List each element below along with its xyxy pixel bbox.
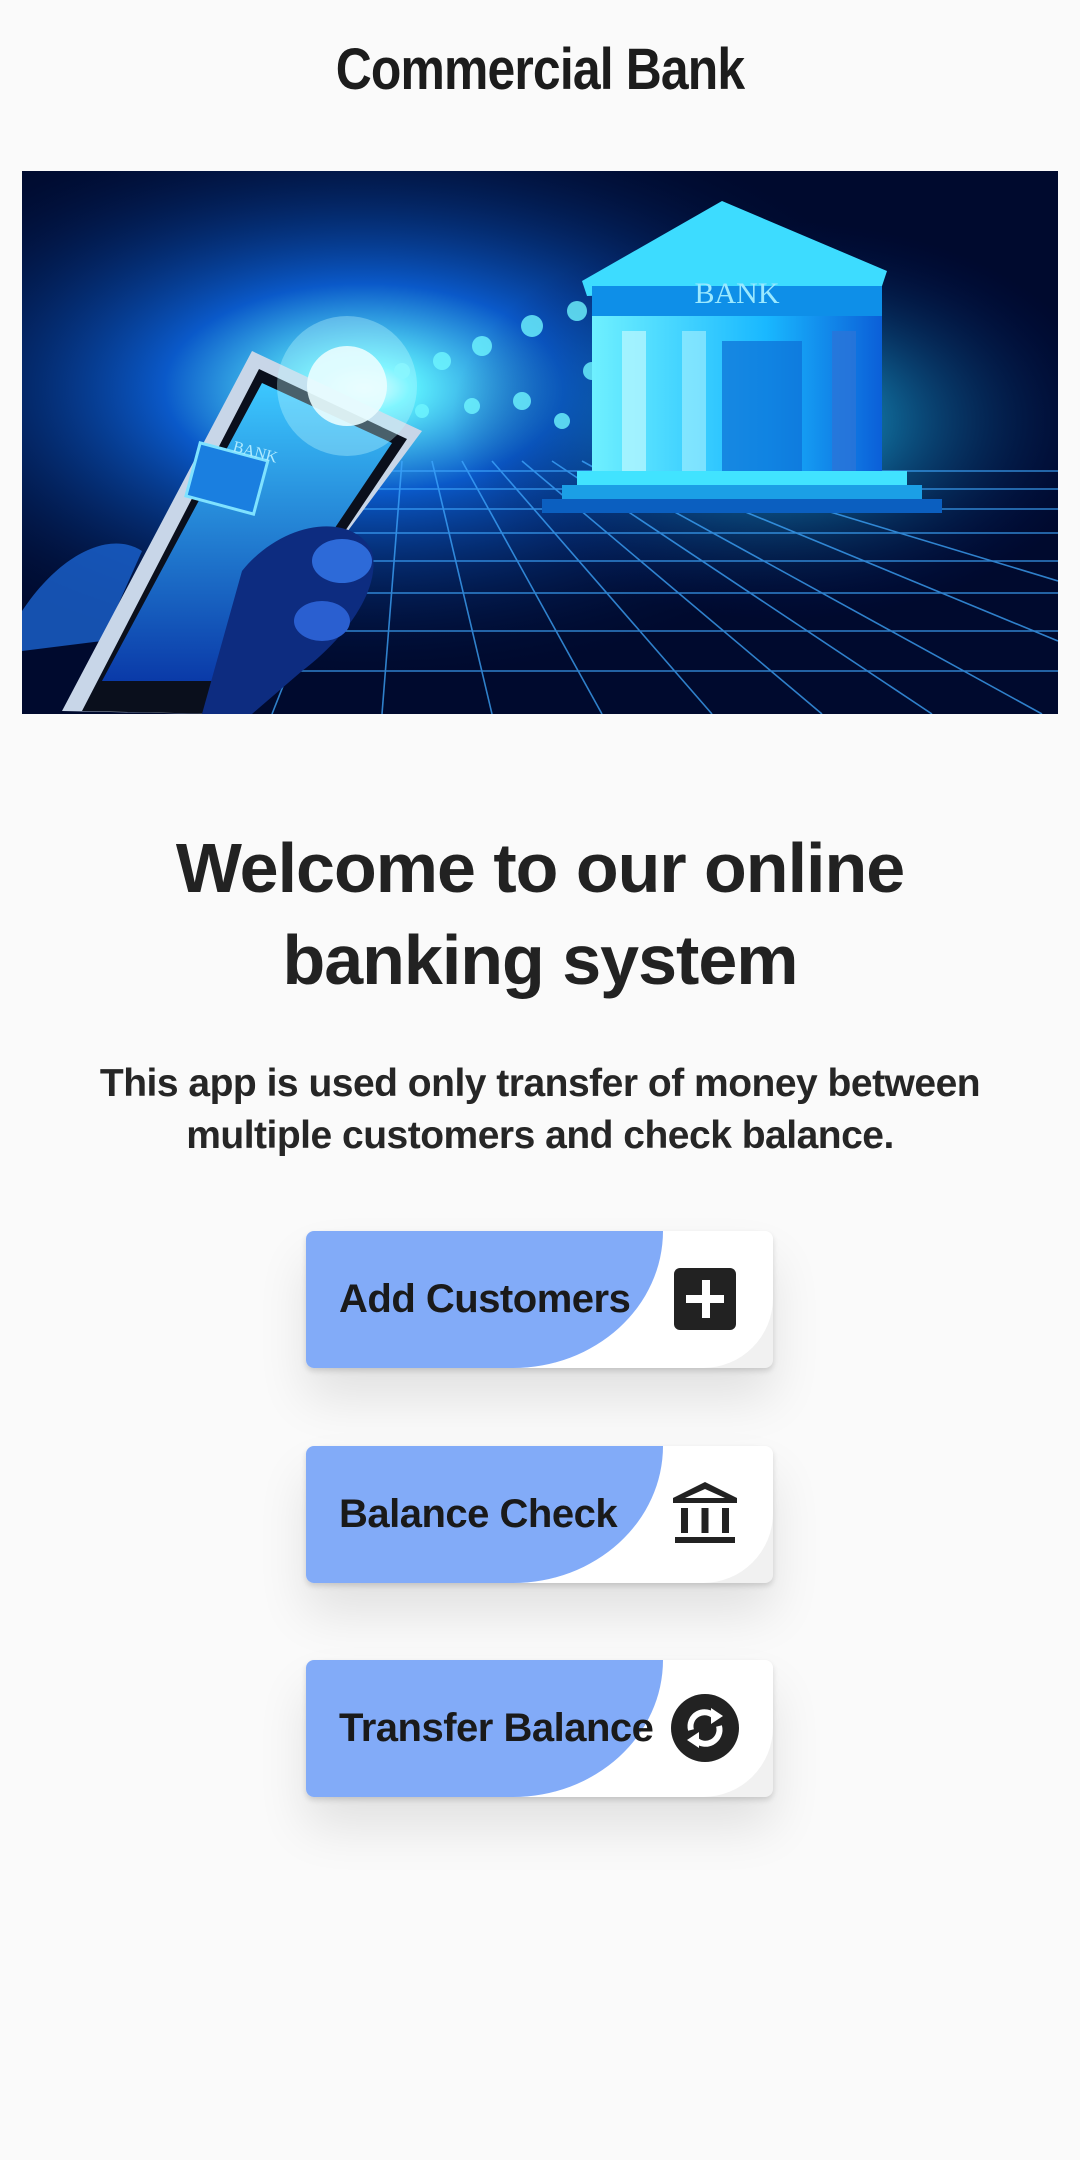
welcome-heading: Welcome to our online banking system	[175, 829, 905, 999]
balance-check-button[interactable]: Balance Check	[306, 1446, 773, 1583]
hero-banner-image: BANK BANK	[22, 171, 1058, 714]
app-description: This app is used only transfer of money …	[99, 1062, 981, 1157]
transfer-balance-label: Transfer Balance	[339, 1706, 654, 1750]
plus-square-icon	[671, 1265, 739, 1333]
app-title: Commercial Bank	[335, 37, 745, 102]
sync-icon	[671, 1694, 739, 1762]
add-customers-button[interactable]: Add Customers	[306, 1231, 773, 1368]
add-customers-label: Add Customers	[339, 1277, 631, 1321]
transfer-balance-button[interactable]: Transfer Balance	[306, 1660, 773, 1797]
page: Commercial Bank BANK BANK Welcome to our…	[0, 0, 1080, 2160]
bank-sign-text: BANK	[694, 277, 779, 310]
balance-check-label: Balance Check	[339, 1492, 618, 1536]
bank-icon	[671, 1480, 739, 1548]
